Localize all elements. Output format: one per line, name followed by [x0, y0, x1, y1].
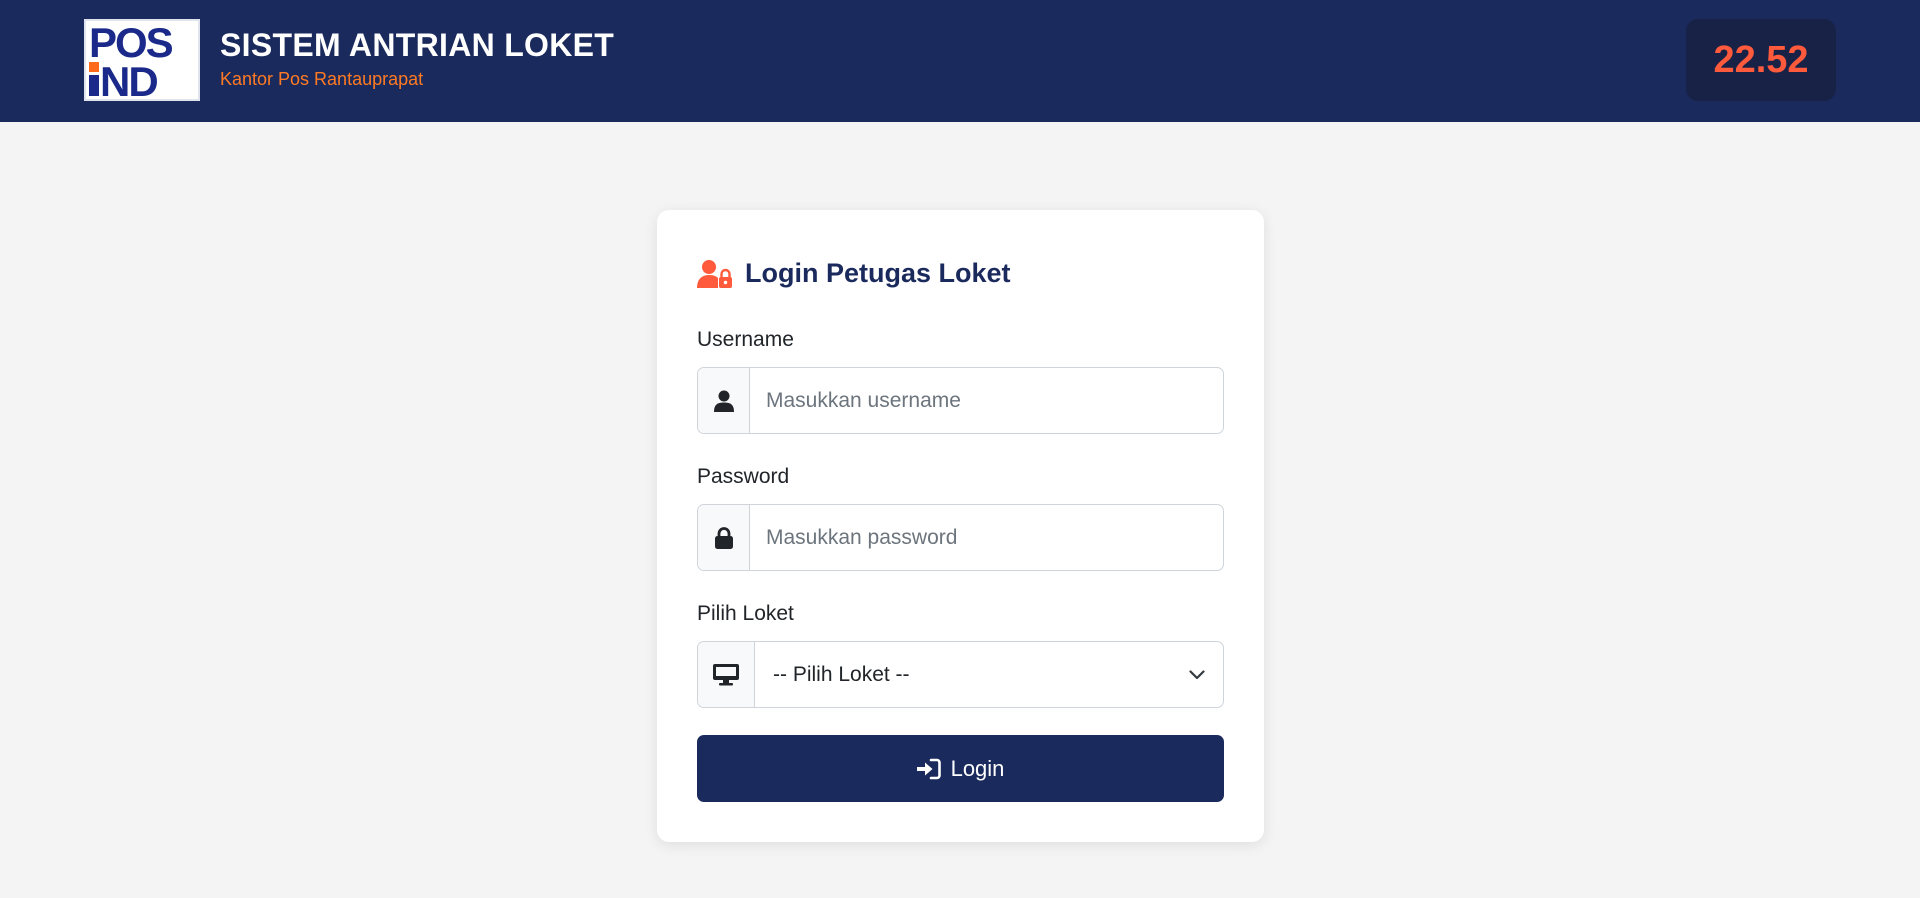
user-icon [713, 390, 734, 412]
password-label: Password [697, 465, 790, 488]
password-addon [698, 505, 750, 570]
office-name: Kantor Pos Rantauprapat [220, 69, 424, 89]
password-input[interactable] [750, 505, 1223, 570]
app-header: POS ND SISTEM ANTRIAN LOKET Kantor Pos R… [0, 0, 1920, 122]
app-title: SISTEM ANTRIAN LOKET [220, 27, 615, 63]
sign-in-icon [916, 758, 941, 779]
chevron-down-icon [1189, 669, 1205, 679]
pos-indonesia-logo: POS ND [84, 19, 200, 101]
clock-display: 22.52 [1686, 19, 1836, 101]
user-lock-icon [697, 259, 732, 288]
username-group [697, 367, 1224, 434]
title-block: SISTEM ANTRIAN LOKET Kantor Pos Rantaupr… [220, 26, 614, 90]
login-button[interactable]: Login [697, 735, 1224, 802]
logo-mark: POS ND [86, 21, 198, 99]
loket-label: Pilih Loket [697, 602, 794, 625]
login-title: Login Petugas Loket [745, 258, 1011, 288]
login-card-header: Login Petugas Loket [697, 258, 1011, 289]
username-input[interactable] [750, 368, 1223, 433]
svg-text:ND: ND [100, 58, 157, 99]
username-label: Username [697, 328, 794, 351]
password-group [697, 504, 1224, 571]
loket-select[interactable]: -- Pilih Loket -- [755, 642, 1223, 707]
login-card: Login Petugas Loket Username Password Pi… [657, 210, 1264, 842]
loket-addon [698, 642, 755, 707]
loket-selected-value: -- Pilih Loket -- [773, 662, 910, 686]
login-button-label: Login [950, 755, 1005, 781]
username-addon [698, 368, 750, 433]
loket-group: -- Pilih Loket -- [697, 641, 1224, 708]
desktop-icon [713, 663, 739, 685]
lock-icon [714, 526, 733, 549]
